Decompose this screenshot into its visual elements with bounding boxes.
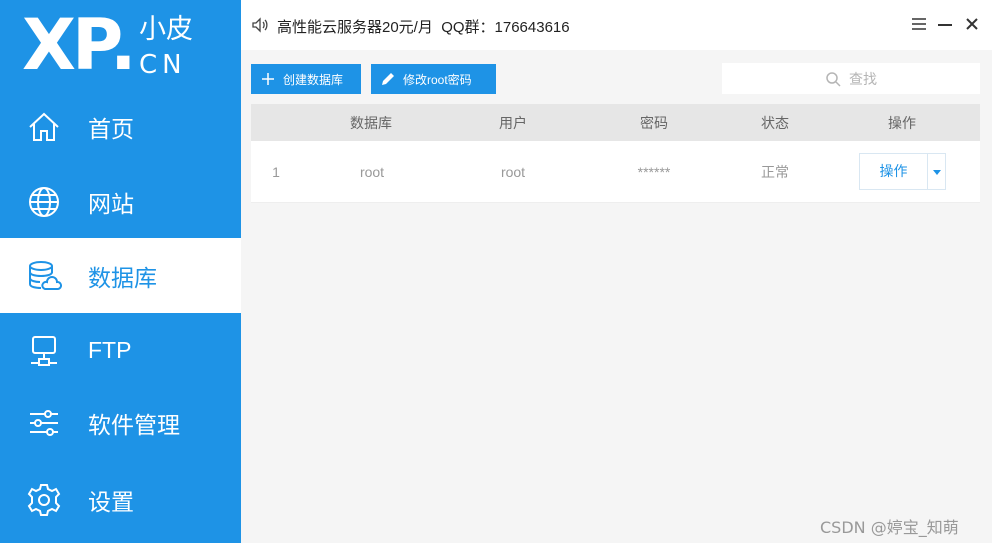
action-label: 操作 [860, 154, 928, 189]
sidebar-item-label: 数据库 [88, 264, 157, 291]
title-bar: 高性能云服务器20元/月 QQ群：176643616 [241, 0, 992, 50]
row-user: root [500, 163, 526, 180]
sidebar-item-software[interactable]: 软件管理 [0, 385, 241, 460]
row-password: ****** [637, 163, 671, 180]
column-header-user: 用户 [499, 114, 527, 131]
pencil-icon [382, 73, 394, 85]
app-logo: XP . 小皮 CN [22, 8, 222, 88]
globe-icon [29, 186, 59, 217]
sidebar-item-label: 首页 [88, 115, 134, 142]
row-index: 1 [272, 163, 280, 180]
logo-top-text: 小皮 [139, 14, 193, 44]
change-root-password-label: 修改root密码 [403, 72, 472, 87]
minimize-icon[interactable] [935, 14, 955, 34]
chevron-down-icon[interactable] [928, 168, 945, 176]
sidebar-item-label: 软件管理 [88, 411, 180, 438]
home-icon [29, 112, 59, 141]
watermark: CSDN @婷宝_知萌 [820, 518, 959, 537]
sidebar-item-database[interactable]: 数据库 [0, 238, 241, 313]
logo-mark: XP [22, 4, 123, 86]
database-table: 数据库 用户 密码 状态 操作 1 root root ****** 正常 操作 [251, 104, 980, 203]
sidebar-item-home[interactable]: 首页 [0, 89, 241, 164]
search-input[interactable]: 查找 [722, 63, 980, 94]
announcement-text: 高性能云服务器20元/月 QQ群：176643616 [277, 19, 570, 36]
search-icon [826, 71, 841, 87]
sidebar-item-ftp[interactable]: FTP [0, 313, 241, 388]
sidebar-item-label: 网站 [88, 190, 134, 217]
sidebar-item-label: FTP [88, 337, 132, 363]
close-icon[interactable] [962, 14, 982, 34]
sidebar-item-label: 设置 [88, 488, 134, 515]
sliders-icon [30, 409, 58, 436]
sidebar-item-website[interactable]: 网站 [0, 164, 241, 239]
table-header: 数据库 用户 密码 状态 操作 [251, 104, 980, 141]
create-database-button[interactable]: 创建数据库 [251, 64, 361, 94]
logo-dot: . [110, 4, 137, 86]
create-database-label: 创建数据库 [283, 72, 344, 87]
database-icon [29, 260, 62, 290]
speaker-icon [252, 17, 268, 33]
search-placeholder: 查找 [849, 70, 877, 87]
plus-icon [262, 73, 274, 85]
monitor-icon [31, 335, 57, 366]
menu-icon[interactable] [909, 14, 929, 34]
column-header-status: 状态 [761, 114, 789, 131]
row-status: 正常 [761, 163, 789, 180]
column-header-database: 数据库 [350, 114, 392, 131]
column-header-action: 操作 [888, 114, 916, 131]
logo-bottom-text: CN [139, 50, 187, 80]
gear-icon [27, 483, 61, 516]
sidebar-item-settings[interactable]: 设置 [0, 462, 241, 537]
column-header-password: 密码 [640, 114, 668, 131]
sidebar: XP . 小皮 CN 首页 网站 数据库 FTP 软件管理 设置 [0, 0, 241, 543]
action-dropdown-button[interactable]: 操作 [859, 153, 946, 190]
table-row: 1 root root ****** 正常 操作 [251, 141, 980, 203]
change-root-password-button[interactable]: 修改root密码 [371, 64, 496, 94]
row-database: root [359, 163, 385, 180]
main-panel: 高性能云服务器20元/月 QQ群：176643616 创建数据库 修改root密… [241, 0, 992, 543]
